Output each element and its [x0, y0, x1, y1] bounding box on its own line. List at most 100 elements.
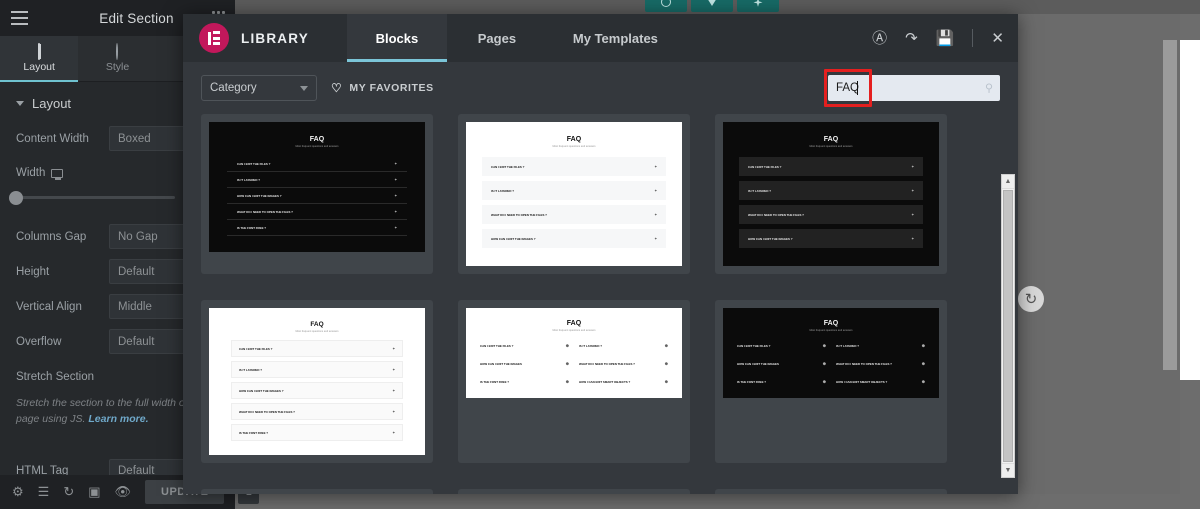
- plus-icon: +: [394, 177, 397, 182]
- row-label: HOW CAN I EDIT THE IMAGES: [480, 361, 522, 366]
- template-preview: FAQ Most frequent questions and answers …: [723, 122, 939, 266]
- heart-icon: ♡: [331, 81, 343, 95]
- row-label: HOW CAN I EDIT THE IMAGES ?: [239, 388, 284, 393]
- plus-circle-icon: ⊕: [822, 343, 826, 348]
- control-label: Vertical Align: [16, 300, 82, 313]
- templates-scrollbar[interactable]: ▲ ▼: [1001, 174, 1015, 478]
- template-rows: CAN I EDIT THE FILES ? + IS IT LAYERED ? +…: [482, 157, 666, 248]
- template-title: FAQ: [310, 321, 324, 328]
- tab-my-templates[interactable]: My Templates: [547, 14, 684, 62]
- search-icon: ⚲: [984, 82, 993, 95]
- template-subtitle: Most frequent questions and answers: [552, 329, 596, 332]
- template-rows: CAN I EDIT THE FILES ? ⊕ IS IT LAYERED ? ⊕…: [480, 343, 668, 384]
- template-card[interactable]: FAQ Most frequent questions and answers …: [715, 114, 947, 274]
- plus-circle-icon: ⊕: [822, 379, 826, 384]
- plus-circle-icon: ⊕: [822, 361, 826, 366]
- template-card[interactable]: FAQ Most frequent questions and answers …: [715, 300, 947, 463]
- canvas-action-3-button[interactable]: [737, 0, 779, 12]
- width-slider[interactable]: [9, 190, 175, 205]
- learn-more-link[interactable]: Learn more.: [88, 413, 148, 425]
- canvas-right-strip: [1163, 40, 1177, 370]
- category-label: Category: [210, 82, 257, 94]
- tab-blocks[interactable]: Blocks: [346, 14, 447, 62]
- sync-icon[interactable]: ↷: [905, 31, 918, 46]
- plus-circle-icon: ⊕: [921, 361, 925, 366]
- tab-my-templates-label: My Templates: [572, 30, 658, 46]
- template-card[interactable]: FAQ Most frequent questions and answers …: [201, 114, 433, 274]
- row-label: IS IT LAYERED ?: [836, 343, 860, 348]
- canvas-top-bar: [235, 0, 1200, 14]
- template-card[interactable]: Frequently Asked Questions Most frequent…: [458, 489, 690, 494]
- close-icon[interactable]: ✕: [991, 31, 1004, 46]
- row-label: IS IT LAYERED ?: [237, 177, 261, 182]
- template-title: FAQ: [823, 136, 839, 143]
- tab-style-label: Style: [105, 60, 130, 73]
- row-label: IS THE FONT FREE ?: [237, 225, 267, 230]
- scroll-up-button[interactable]: ▲: [1002, 175, 1014, 189]
- my-favorites-button[interactable]: ♡ MY FAVORITES: [331, 82, 434, 94]
- layers-icon[interactable]: ☰: [38, 484, 50, 500]
- template-title: FAQ: [566, 136, 582, 143]
- hamburger-icon[interactable]: [0, 0, 38, 36]
- template-rows: CAN I EDIT THE FILES ? + IS IT LAYERED ? +…: [231, 340, 403, 441]
- template-subtitle: Most frequent questions and answers: [552, 145, 596, 148]
- preview-icon[interactable]: 👁: [115, 484, 132, 500]
- history-icon[interactable]: ↻: [63, 484, 74, 500]
- canvas-action-2-button[interactable]: [691, 0, 733, 12]
- template-preview: FAQ Most frequent questions and answers …: [466, 122, 682, 266]
- template-rows: CAN I EDIT THE FILES ? ⊕ IS IT LAYERED ? ⊕…: [737, 343, 925, 384]
- row-label: CAN I EDIT THE FILES ?: [491, 164, 525, 169]
- plus-circle-icon: ⊕: [921, 343, 925, 348]
- template-card[interactable]: FAQ Most frequent questions and answers …: [458, 114, 690, 274]
- row-label: HOW CAN I EDIT THE IMAGES ?: [748, 236, 793, 241]
- template-card[interactable]: FAQ Most frequent questions and answers …: [715, 489, 947, 494]
- category-dropdown[interactable]: Category: [201, 75, 317, 101]
- template-card[interactable]: FAQ Most frequent questions and answers …: [458, 300, 690, 463]
- tab-blocks-label: Blocks: [375, 30, 419, 46]
- chevron-down-icon: [16, 101, 24, 106]
- canvas-side-handle[interactable]: ↻: [1018, 286, 1044, 312]
- row-label: WHAT DO I NEED TO OPEN THE FILES ?: [237, 209, 293, 214]
- template-card[interactable]: FAQ Most frequent questions and answers …: [201, 300, 433, 463]
- plus-icon: +: [911, 212, 914, 217]
- tab-layout[interactable]: Layout: [0, 36, 79, 82]
- template-title: FAQ: [309, 136, 325, 143]
- canvas-action-1-button[interactable]: [645, 0, 687, 12]
- screenshot-root: ↻ Edit Section Layout Style A: [0, 0, 1200, 509]
- plus-icon: +: [394, 225, 397, 230]
- responsive-icon[interactable]: ▣: [88, 484, 100, 500]
- monitor-icon[interactable]: [51, 168, 64, 180]
- modal-header: LIBRARY Blocks Pages My Templates Ⓐ ↷ 💾 …: [183, 14, 1018, 62]
- tab-style[interactable]: Style: [78, 36, 156, 81]
- scrollbar-thumb[interactable]: [1003, 190, 1013, 462]
- template-subtitle: Most frequent questions and answers: [295, 145, 339, 148]
- tab-pages[interactable]: Pages: [447, 14, 547, 62]
- template-subtitle: Most frequent questions and answers: [809, 329, 853, 332]
- templates-grid-area: FAQ Most frequent questions and answers …: [183, 114, 1018, 494]
- template-card[interactable]: Frequently Asked Questions Most frequent…: [201, 489, 433, 494]
- template-title: FAQ: [566, 320, 582, 327]
- row-label: CAN I EDIT THE FILES ?: [748, 164, 782, 169]
- plus-icon: +: [394, 193, 397, 198]
- slider-knob[interactable]: [9, 190, 23, 205]
- search-input[interactable]: [828, 75, 1000, 101]
- row-label: IS THE FONT FREE ?: [737, 379, 767, 384]
- row-label: HOW I CAN EDIT SMART OBJECTS ?: [579, 379, 631, 384]
- templates-grid: FAQ Most frequent questions and answers …: [201, 114, 1000, 494]
- control-label: Columns Gap: [16, 230, 87, 243]
- row-label: IS THE FONT FREE ?: [239, 430, 269, 435]
- row-label: WHAT DO I NEED TO OPEN THE FILES ?: [239, 409, 295, 414]
- search-field-wrap: ⚲: [824, 69, 1000, 107]
- row-label: IS IT LAYERED ?: [491, 188, 515, 193]
- control-label: Stretch Section: [16, 370, 94, 383]
- chevron-down-icon: [300, 85, 308, 91]
- plus-icon: +: [394, 161, 397, 166]
- gear-icon[interactable]: ⚙: [12, 484, 24, 500]
- plus-icon: +: [392, 430, 395, 435]
- control-label: Content Width: [16, 132, 89, 145]
- template-rows: CAN I EDIT THE FILES ? + IS IT LAYERED ? +…: [227, 156, 407, 236]
- upload-icon[interactable]: Ⓐ: [872, 31, 887, 46]
- scroll-down-button[interactable]: ▼: [1002, 463, 1014, 477]
- elementor-logo-icon: [199, 23, 229, 53]
- save-icon[interactable]: 💾: [936, 31, 955, 46]
